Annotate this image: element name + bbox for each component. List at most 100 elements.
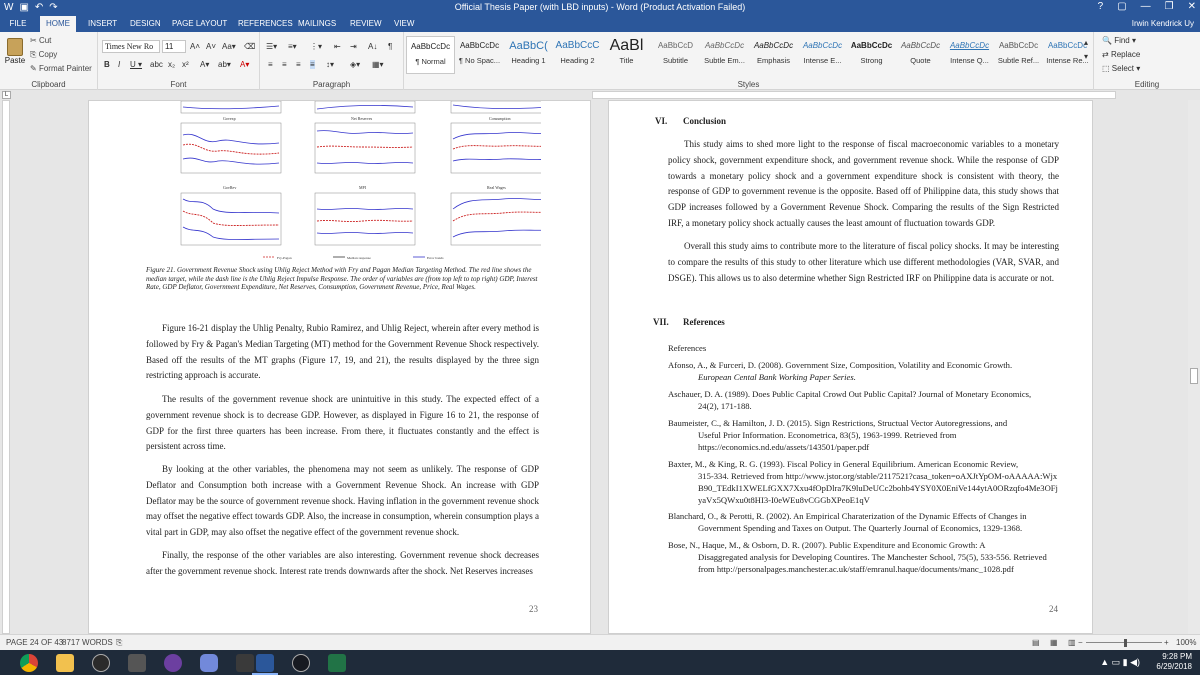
tor-taskbar-button[interactable] bbox=[158, 652, 188, 673]
paste-button[interactable]: Paste bbox=[4, 38, 26, 68]
style-strong[interactable]: AaBbCcDc Strong bbox=[847, 36, 896, 74]
align-center-icon[interactable]: ≡ bbox=[282, 60, 287, 69]
style-preview: AaBbCcDc bbox=[949, 41, 990, 50]
steam-taskbar-button[interactable] bbox=[286, 652, 316, 673]
style-intense-emphasis[interactable]: AaBbCcDc Intense E... bbox=[798, 36, 847, 74]
ribbon-display-icon[interactable]: ▢ bbox=[1117, 1, 1126, 12]
style-subtle-emphasis[interactable]: AaBbCcDc Subtle Em... bbox=[700, 36, 749, 74]
numbering-icon[interactable]: ≡▾ bbox=[288, 42, 297, 51]
align-left-icon[interactable]: ≡ bbox=[268, 60, 273, 69]
tab-page-layout[interactable]: PAGE LAYOUT bbox=[166, 16, 233, 32]
style-heading-1[interactable]: AaBbC(Heading 1 bbox=[504, 36, 553, 74]
web-layout-icon[interactable]: ▥ bbox=[1068, 638, 1076, 647]
vertical-ruler[interactable] bbox=[2, 100, 10, 634]
bullets-icon[interactable]: ☰▾ bbox=[266, 42, 277, 51]
copy-button[interactable]: ⎘ Copy bbox=[30, 50, 57, 60]
font-name-dropdown[interactable]: Times New Ro bbox=[102, 40, 160, 53]
tab-references[interactable]: REFERENCES bbox=[232, 16, 299, 32]
clock[interactable]: 9:28 PM 6/29/2018 bbox=[1156, 652, 1192, 672]
tab-view[interactable]: VIEW bbox=[388, 16, 420, 32]
tab-review[interactable]: REVIEW bbox=[344, 16, 388, 32]
print-layout-icon[interactable]: ▦ bbox=[1050, 638, 1058, 647]
tab-design[interactable]: DESIGN bbox=[124, 16, 167, 32]
style-normal[interactable]: AaBbCcDc ¶ Normal bbox=[406, 36, 455, 74]
justify-icon[interactable]: ≡ bbox=[310, 60, 315, 69]
zoom-in-button[interactable]: + bbox=[1164, 638, 1169, 647]
chrome-taskbar-button[interactable] bbox=[14, 652, 44, 673]
font-size-dropdown[interactable]: 11 bbox=[162, 40, 186, 53]
system-tray[interactable]: ▲ ▭ ▮ ◀) bbox=[1100, 657, 1140, 668]
clear-formatting-icon[interactable]: ⌫ bbox=[244, 42, 255, 51]
tab-insert[interactable]: INSERT bbox=[82, 16, 123, 32]
text-effects-icon[interactable]: A▾ bbox=[200, 60, 209, 69]
tab-file[interactable]: FILE bbox=[0, 16, 36, 32]
word-count[interactable]: 8717 WORDS bbox=[62, 638, 113, 647]
style-quote[interactable]: AaBbCcDc Quote bbox=[896, 36, 945, 74]
cut-button[interactable]: ✂ Cut bbox=[30, 36, 51, 45]
grow-font-icon[interactable]: A˄ bbox=[190, 42, 200, 51]
vertical-scrollbar[interactable] bbox=[1188, 100, 1200, 634]
style-name: Subtitle bbox=[662, 56, 689, 65]
page-23[interactable]: Govexp Net Reserves Consumption GovRev M… bbox=[88, 100, 591, 634]
show-formatting-icon[interactable]: ¶ bbox=[388, 42, 392, 51]
proofing-icon[interactable]: ⎘ bbox=[116, 638, 122, 648]
scrollbar-thumb[interactable] bbox=[1190, 368, 1198, 384]
app-icon bbox=[128, 654, 146, 672]
close-button[interactable]: ✕ bbox=[1188, 1, 1196, 12]
format-painter-button[interactable]: ✎ Format Painter bbox=[30, 64, 92, 73]
zoom-out-button[interactable]: − bbox=[1078, 638, 1083, 647]
style-heading-2[interactable]: AaBbCcC Heading 2 bbox=[553, 36, 602, 74]
find-button[interactable]: 🔍 Find ▾ bbox=[1102, 36, 1136, 45]
page-24[interactable]: VI. Conclusion This study aims to shed m… bbox=[608, 100, 1093, 634]
style-intense-quote[interactable]: AaBbCcDc Intense Q... bbox=[945, 36, 994, 74]
borders-icon[interactable]: ▦▾ bbox=[372, 60, 384, 69]
italic-button[interactable]: I bbox=[118, 60, 120, 69]
hp-taskbar-button[interactable] bbox=[86, 652, 116, 673]
word-taskbar-button[interactable] bbox=[250, 652, 280, 675]
font-color-icon[interactable]: A▾ bbox=[240, 60, 249, 69]
multilevel-list-icon[interactable]: ⋮▾ bbox=[310, 42, 322, 51]
app-taskbar-button[interactable] bbox=[122, 652, 152, 673]
restore-button[interactable]: ❐ bbox=[1165, 1, 1174, 12]
line-spacing-icon[interactable]: ↕▾ bbox=[326, 60, 334, 69]
tab-home[interactable]: HOME bbox=[40, 16, 76, 32]
decrease-indent-icon[interactable]: ⇤ bbox=[334, 42, 341, 51]
select-button[interactable]: ⬚ Select ▾ bbox=[1102, 64, 1140, 73]
underline-button[interactable]: U ▾ bbox=[130, 60, 142, 69]
user-name[interactable]: Irwin Kendrick Uy bbox=[1132, 16, 1194, 32]
style-subtle-reference[interactable]: AaBbCcDc Subtle Ref... bbox=[994, 36, 1043, 74]
horizontal-ruler[interactable] bbox=[592, 91, 1116, 99]
help-icon[interactable]: ? bbox=[1098, 1, 1104, 12]
status-bar: PAGE 24 OF 43 8717 WORDS ⎘ ▤ ▦ ▥ − + 100… bbox=[0, 634, 1200, 650]
subscript-button[interactable]: x₂ bbox=[168, 60, 175, 69]
style-preview: AaBl bbox=[609, 37, 644, 54]
discord-taskbar-button[interactable] bbox=[194, 652, 224, 673]
tab-mailings[interactable]: MAILINGS bbox=[292, 16, 342, 32]
align-right-icon[interactable]: ≡ bbox=[296, 60, 301, 69]
superscript-button[interactable]: x² bbox=[182, 60, 189, 69]
file-explorer-taskbar-button[interactable] bbox=[50, 652, 80, 673]
zoom-level[interactable]: 100% bbox=[1176, 638, 1196, 647]
increase-indent-icon[interactable]: ⇥ bbox=[350, 42, 357, 51]
change-case-icon[interactable]: Aa▾ bbox=[222, 42, 236, 51]
style-emphasis[interactable]: AaBbCcDc Emphasis bbox=[749, 36, 798, 74]
excel-taskbar-button[interactable] bbox=[322, 652, 352, 673]
shading-icon[interactable]: ◈▾ bbox=[350, 60, 360, 69]
style-subtitle[interactable]: AaBbCcD Subtitle bbox=[651, 36, 700, 74]
sort-icon[interactable]: A↓ bbox=[368, 42, 377, 51]
read-mode-icon[interactable]: ▤ bbox=[1032, 638, 1040, 647]
styles-scroll-down-icon[interactable]: ▾ bbox=[1084, 52, 1088, 61]
styles-scroll-up-icon[interactable]: ▴ bbox=[1084, 38, 1088, 47]
style-title[interactable]: AaBl Title bbox=[602, 36, 651, 74]
strikethrough-button[interactable]: abc bbox=[150, 60, 163, 69]
replace-button[interactable]: ⇄ Replace bbox=[1102, 50, 1140, 59]
shrink-font-icon[interactable]: A˅ bbox=[206, 42, 216, 51]
minimize-button[interactable]: — bbox=[1141, 1, 1151, 12]
style-no-spacing[interactable]: AaBbCcDc ¶ No Spac... bbox=[455, 36, 504, 74]
tab-selector-icon[interactable]: L bbox=[2, 91, 11, 99]
reference-continuation: 24(2), 171-188. bbox=[698, 401, 752, 411]
zoom-slider-handle[interactable] bbox=[1124, 639, 1127, 647]
bold-button[interactable]: B bbox=[104, 60, 110, 69]
highlight-icon[interactable]: ab▾ bbox=[218, 60, 231, 69]
page-count[interactable]: PAGE 24 OF 43 bbox=[6, 638, 63, 647]
